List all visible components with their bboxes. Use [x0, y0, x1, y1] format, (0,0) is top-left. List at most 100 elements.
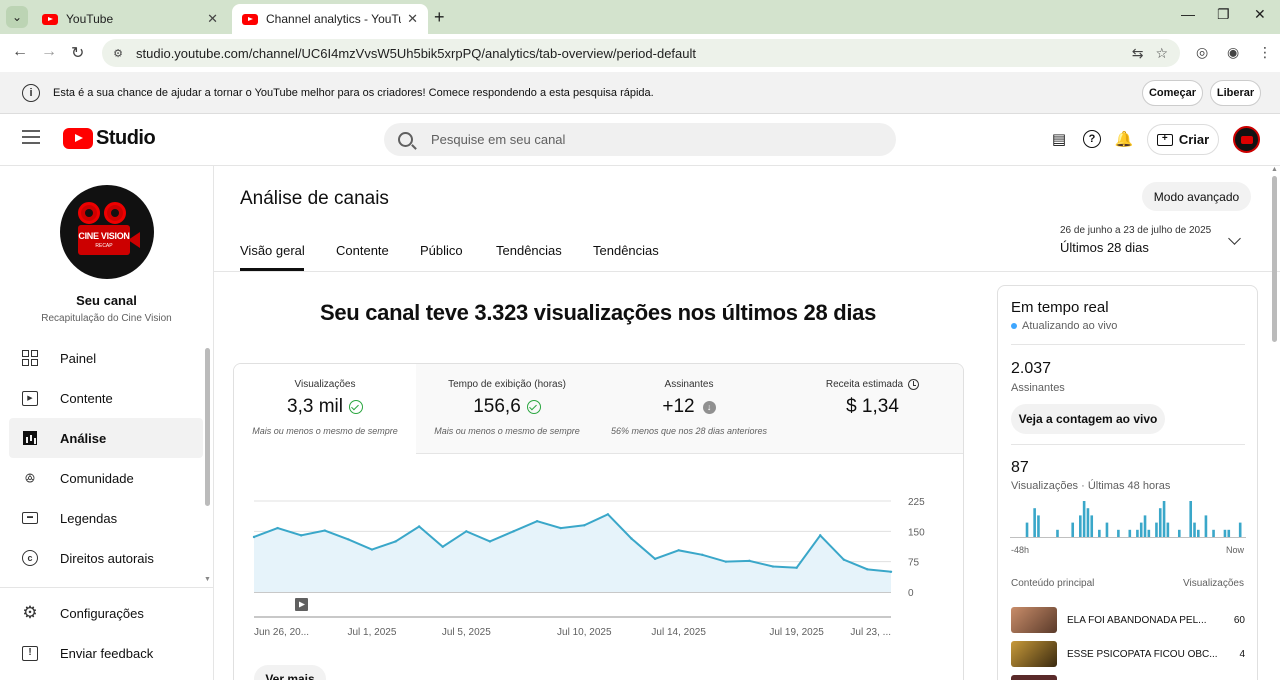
survey-banner: i Esta é a sua chance de ajudar a tornar…: [0, 72, 1280, 114]
realtime-bar: [1223, 529, 1227, 537]
channel-avatar[interactable]: CINE VISION RECAP: [60, 185, 154, 279]
realtime-bar: [1098, 529, 1101, 537]
channel-logo-subtext: RECAP: [95, 243, 113, 249]
create-button[interactable]: + Criar: [1147, 124, 1219, 155]
translate-icon[interactable]: ⇆: [1132, 45, 1144, 62]
realtime-bar: [1162, 501, 1166, 537]
sidebar-item-label: Contente: [60, 390, 113, 406]
tab-search-icon[interactable]: ⌄: [6, 6, 28, 28]
comments-icon[interactable]: ▤: [1050, 130, 1068, 148]
minimize-icon[interactable]: —: [1181, 6, 1195, 22]
page-title: Análise de canais: [240, 188, 389, 209]
extension-icon[interactable]: ◎: [1196, 44, 1208, 61]
restore-icon[interactable]: ❐: [1217, 6, 1230, 23]
realtime-bar: [1158, 508, 1162, 537]
youtube-favicon-icon: [242, 13, 258, 25]
new-tab-icon[interactable]: +: [434, 7, 445, 28]
help-icon[interactable]: ?: [1083, 130, 1101, 148]
notifications-bell-icon[interactable]: 🔔: [1115, 130, 1134, 148]
top-content-row[interactable]: [1011, 674, 1245, 680]
sidebar-item-feedback[interactable]: ! Enviar feedback: [9, 633, 203, 673]
divider: [214, 271, 1280, 272]
divider: [1011, 344, 1245, 345]
menu-icon[interactable]: [22, 130, 40, 144]
top-content-row[interactable]: ELA FOI ABANDONADA PEL... 60: [1011, 606, 1245, 634]
site-info-icon[interactable]: ⚙: [110, 45, 126, 61]
sidebar-item-label: Enviar feedback: [60, 645, 154, 661]
video-views: 60: [1233, 614, 1245, 626]
chevron-down-icon[interactable]: [1228, 232, 1241, 245]
channel-title: Seu canal: [76, 293, 137, 308]
live-count-button[interactable]: Veja a contagem ao vivo: [1011, 404, 1165, 434]
browser-tab-analytics[interactable]: Channel analytics - YouTube Stu ✕: [232, 4, 428, 34]
live-text: Atualizando ao vivo: [1022, 320, 1118, 332]
sidebar-item-community[interactable]: ꔮ Comunidade: [9, 458, 203, 498]
close-window-icon[interactable]: ✕: [1254, 6, 1266, 23]
overview-card: Visualizações 3,3 mil Mais ou menos o me…: [233, 363, 964, 680]
sidebar-item-settings[interactable]: ⚙ Configurações: [9, 593, 203, 633]
tab-trends[interactable]: Tendências: [496, 243, 562, 258]
tab-audience[interactable]: Público: [420, 243, 463, 258]
y-tick-label: 75: [908, 558, 920, 569]
sidebar-item-content[interactable]: ▶ Contente: [9, 378, 203, 418]
top-content-row[interactable]: ESSE PSICOPATA FICOU OBC... 4: [1011, 640, 1245, 668]
bookmark-star-icon[interactable]: ☆: [1155, 45, 1168, 62]
subscribers-count: 2.037: [1011, 360, 1052, 377]
tab-trends-2[interactable]: Tendências: [593, 243, 659, 258]
address-bar[interactable]: ⚙ studio.youtube.com/channel/UC6I4mzVvsW…: [102, 39, 1180, 67]
data-point: [724, 560, 728, 563]
data-point: [441, 545, 444, 548]
page-scroll-up-icon[interactable]: ▲: [1271, 166, 1278, 173]
start-survey-button[interactable]: Começar: [1142, 80, 1203, 106]
sidebar-item-analytics[interactable]: Análise: [9, 418, 203, 458]
browser-menu-icon[interactable]: ⋮: [1258, 44, 1272, 61]
sidebar-item-copyright[interactable]: c Direitos autorais: [9, 538, 203, 578]
tab-content[interactable]: Contente: [336, 243, 389, 258]
close-tab-icon[interactable]: ✕: [407, 11, 418, 27]
advanced-mode-button[interactable]: Modo avançado: [1142, 182, 1251, 211]
video-thumbnail: [1011, 607, 1057, 633]
studio-header: Studio Pesquise em seu canal ▤ ? 🔔 + Cri…: [0, 114, 1280, 166]
live-status: Atualizando ao vivo: [1011, 320, 1117, 332]
views-chart[interactable]: 0 75 150 225 Jun 26, 20... Jul 1, 2025 Jul 5, …: [234, 364, 964, 680]
data-point: [583, 524, 586, 527]
forward-icon[interactable]: →: [41, 43, 57, 61]
back-icon[interactable]: ←: [12, 43, 28, 61]
dismiss-survey-button[interactable]: Liberar: [1210, 80, 1261, 106]
channel-logo-text: CINE VISION: [78, 231, 130, 241]
x-tick-label: Jun 26, 20...: [254, 627, 309, 638]
see-more-button[interactable]: Ver mais: [254, 665, 326, 680]
create-label: Criar: [1178, 132, 1210, 147]
studio-logo[interactable]: Studio: [63, 127, 156, 150]
divider: [0, 587, 213, 588]
realtime-bar: [1227, 529, 1231, 537]
realtime-bar: [1090, 515, 1094, 537]
dashboard-icon: [21, 349, 39, 367]
realtime-bar: [1105, 522, 1109, 537]
period-selector[interactable]: Últimos 28 dias: [1060, 240, 1149, 255]
period-range[interactable]: 26 de junho a 23 de julho de 2025: [1060, 225, 1211, 236]
profile-icon[interactable]: ◉: [1227, 44, 1239, 61]
page-scrollbar[interactable]: [1272, 176, 1277, 342]
sidebar-scrollbar[interactable]: [205, 348, 210, 506]
scroll-down-arrow-icon[interactable]: ▼: [204, 576, 211, 583]
tab-overview[interactable]: Visão geral: [240, 243, 305, 258]
sidebar-item-dashboard[interactable]: Painel: [9, 338, 203, 378]
search-input[interactable]: Pesquise em seu canal: [384, 123, 896, 156]
live-dot-icon: [1011, 323, 1017, 329]
realtime-bar-chart[interactable]: [1010, 491, 1246, 541]
reload-icon[interactable]: ↻: [71, 43, 84, 63]
url-text: studio.youtube.com/channel/UC6I4mzVvsW5U…: [136, 45, 696, 61]
close-tab-icon[interactable]: ✕: [207, 11, 218, 27]
views-48h-count: 87: [1011, 459, 1029, 476]
sidebar-item-subtitles[interactable]: ▬ Legendas: [9, 498, 203, 538]
x-tick-label: Jul 19, 2025: [769, 627, 824, 638]
data-point: [417, 525, 421, 528]
data-point: [748, 559, 751, 563]
browser-tab-youtube[interactable]: YouTube ✕: [32, 4, 228, 34]
x-tick-label: Jul 1, 2025: [347, 627, 396, 638]
account-avatar[interactable]: [1233, 126, 1260, 153]
community-icon: ꔮ: [24, 469, 36, 486]
y-tick-label: 0: [908, 588, 914, 599]
survey-text: Esta é a sua chance de ajudar a tornar o…: [53, 86, 654, 99]
